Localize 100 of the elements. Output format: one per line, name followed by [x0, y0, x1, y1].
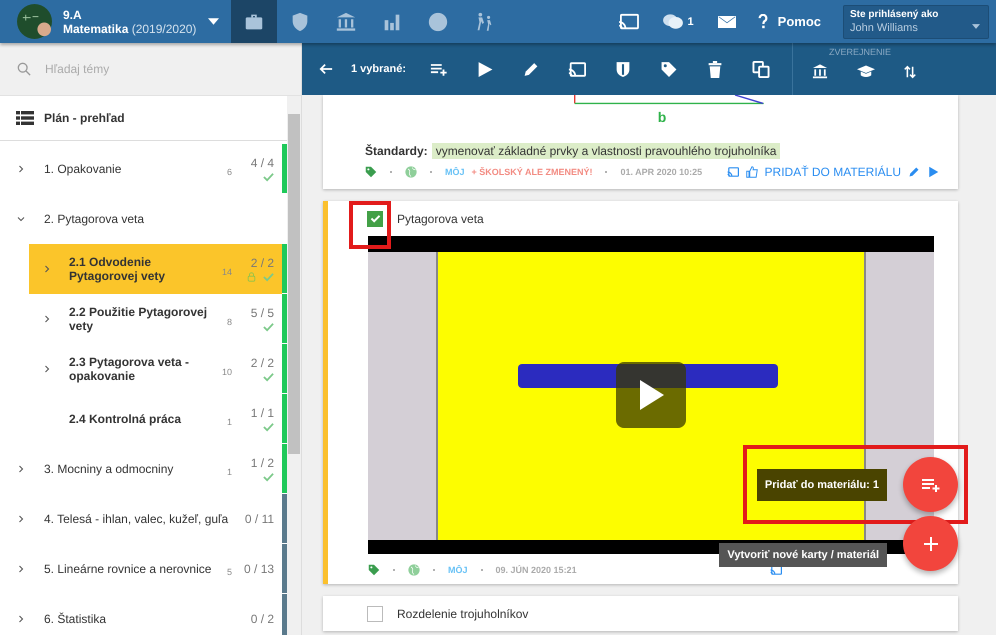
tooltip: Pridať do materiálu: 1	[756, 468, 887, 500]
lesson-count: 5	[227, 567, 232, 577]
play-icon[interactable]	[927, 166, 939, 178]
topic-item[interactable]: 6. Štatistika 0 / 2	[0, 594, 282, 635]
tag-icon[interactable]	[368, 564, 380, 576]
owner-tag: MÔJ	[448, 565, 468, 575]
topic-item[interactable]: 2.2 Použitie Pytagorovej vety 8 5 / 5	[29, 294, 282, 344]
chevron-icon[interactable]	[17, 215, 25, 223]
play-icon[interactable]	[476, 60, 494, 78]
globe-icon	[408, 564, 420, 576]
user-name: John Williams	[850, 22, 918, 34]
caret-icon[interactable]	[208, 18, 220, 25]
chevron-icon[interactable]	[43, 265, 51, 273]
mail-icon[interactable]	[718, 16, 736, 28]
bank-icon	[335, 10, 357, 32]
topic-item[interactable]: 2.4 Kontrolná práca 1 1 / 1	[29, 394, 282, 444]
chevron-icon[interactable]	[17, 165, 25, 173]
card-title: Pytagorova veta	[397, 212, 484, 226]
check-icon	[370, 214, 380, 223]
bank-icon[interactable]	[811, 63, 830, 80]
lesson-count: 10	[222, 367, 232, 377]
copy-icon[interactable]	[752, 60, 770, 78]
topic-item[interactable]: 5. Lineárne rovnice a nerovnice 5 0 / 13	[0, 544, 282, 594]
topic-title: 2.1 Odvodenie Pytagorovej vety	[69, 255, 166, 283]
cast-icon[interactable]	[726, 166, 739, 178]
topic-title: 5. Lineárne rovnice a nerovnice	[44, 562, 212, 576]
progress-count: 0 / 11	[244, 512, 274, 526]
pencil-icon[interactable]	[908, 166, 920, 178]
topic-title: 2. Pytagorova veta	[44, 212, 146, 226]
tag-icon[interactable]	[660, 60, 678, 78]
owner-tag: MÔJ	[445, 167, 465, 177]
topic-title: 2.3 Pytagorova veta - opakovanie	[69, 355, 190, 383]
chevron-icon[interactable]	[17, 615, 25, 623]
topic-item[interactable]: 2.1 Odvodenie Pytagorovej vety 14 2 / 2	[29, 244, 282, 294]
user-caption: Ste prihlásený ako	[850, 9, 940, 20]
standard-chip: vymenovať základné prvky a vlastnosti pravouhlého trojuholníka	[432, 143, 780, 159]
checkbox[interactable]	[367, 210, 383, 226]
help-icon	[758, 14, 768, 29]
topic-title: 2.2 Použitie Pytagorovej vety	[69, 305, 208, 333]
section-label: ZVEREJNENIE	[829, 47, 892, 57]
checkbox[interactable]	[367, 606, 383, 622]
chevron-icon[interactable]	[17, 465, 25, 473]
chevron-icon[interactable]	[17, 565, 25, 573]
topic-title: 3. Mocniny a odmocniny	[44, 462, 174, 476]
topic-item[interactable]: 2. Pytagorova veta	[0, 194, 282, 244]
topic-item[interactable]: 4. Telesá - ihlan, valec, kužeľ, guľa 0 / 11	[0, 494, 282, 544]
topic-item[interactable]: 2.3 Pytagorova veta - opakovanie 10 2 / 2	[29, 344, 282, 394]
user-dropdown[interactable]: Ste prihlásený ako John Williams	[843, 4, 989, 38]
progress-count: 2 / 2	[250, 356, 274, 370]
progress-count: 4 / 4	[250, 156, 274, 170]
thumbs-up-icon[interactable]	[746, 166, 758, 178]
origin-tag: + ŠKOLSKÝ ALE ZMENENÝ!	[472, 167, 592, 177]
pencil-icon[interactable]	[522, 60, 540, 78]
material-card[interactable]: Rozdelenie trojuholníkov	[323, 596, 958, 631]
card-date: 09. JÚN 2020 15:21	[496, 565, 577, 575]
sort-icon[interactable]	[903, 64, 918, 78]
chat-count: 1	[688, 16, 694, 28]
chat-icon[interactable]	[662, 12, 684, 30]
tag-icon[interactable]	[365, 166, 377, 178]
chevron-icon[interactable]	[43, 315, 51, 323]
topic-title: 6. Štatistika	[44, 612, 108, 626]
back-arrow-icon[interactable]	[319, 62, 333, 76]
lesson-count: 14	[222, 267, 232, 277]
progress-count: 5 / 5	[250, 306, 274, 320]
shield-icon[interactable]	[614, 60, 632, 78]
standards-label: Štandardy:	[365, 144, 428, 158]
topic-item[interactable]: 1. Opakovanie 6 4 / 4	[0, 144, 282, 194]
class-avatar	[17, 4, 52, 39]
scrollbar[interactable]	[287, 96, 301, 635]
topic-item[interactable]: 3. Mocniny a odmocniny 1 1 / 2	[0, 444, 282, 494]
trash-icon[interactable]	[706, 60, 724, 78]
nav-tab[interactable]	[231, 0, 277, 43]
graduation-cap-icon[interactable]	[857, 63, 876, 80]
lesson-count: 8	[227, 317, 232, 327]
lesson-count: 1	[227, 467, 232, 477]
topic-title: 4. Telesá - ihlan, valec, kužeľ, guľa	[44, 512, 230, 526]
plan-title: Plán - prehľad	[44, 111, 125, 125]
selection-count: 1 vybrané:	[351, 63, 406, 75]
progress-count: 2 / 2	[250, 256, 274, 270]
cast-icon[interactable]	[618, 12, 640, 30]
class-name: 9.A	[63, 8, 83, 22]
chevron-icon[interactable]	[43, 365, 51, 373]
progress-count: 0 / 2	[250, 612, 274, 626]
tooltip: Vytvoriť nové karty / materiál	[719, 542, 887, 566]
topic-title: 1. Opakovanie	[44, 162, 122, 176]
card-date: 01. APR 2020 10:25	[620, 167, 702, 177]
side-label: b	[658, 109, 666, 125]
caret-icon	[972, 24, 980, 28]
list-icon	[16, 111, 34, 125]
help-button[interactable]: Pomoc	[758, 14, 821, 29]
lesson-count: 1	[227, 417, 232, 427]
card-title: Rozdelenie trojuholníkov	[397, 606, 528, 620]
search-field[interactable]: Hľadaj témy	[43, 61, 267, 77]
progress-count: 0 / 13	[244, 562, 274, 576]
chevron-icon[interactable]	[17, 515, 25, 523]
subject-name: Matematika (2019/2020)	[63, 22, 196, 36]
progress-count: 1 / 2	[250, 456, 274, 470]
search-icon	[17, 62, 31, 76]
lesson-count: 6	[227, 167, 232, 177]
topic-title: 2.4 Kontrolná práca	[69, 412, 182, 426]
